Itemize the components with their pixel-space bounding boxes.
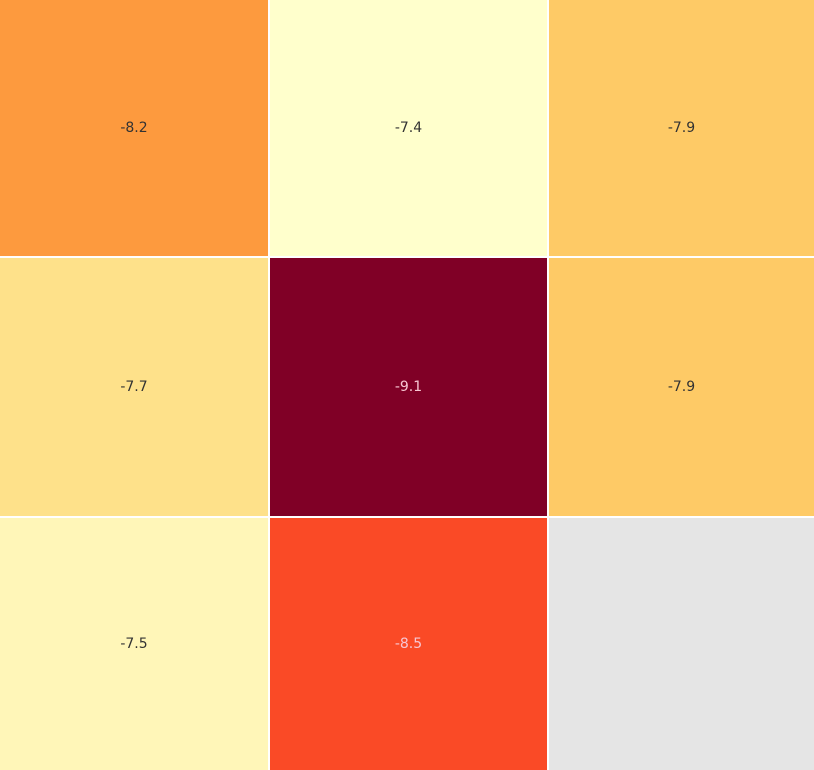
heatmap-cell-r1-c0: -7.7: [0, 258, 268, 516]
heatmap-cell-r1-c2: -7.9: [549, 258, 814, 516]
heatmap-cell-r1-c1: -9.1: [270, 258, 547, 516]
heatmap-cell-label: -7.9: [667, 120, 696, 136]
heatmap-cell-label: -7.4: [394, 120, 423, 136]
heatmap-cell-r0-c0: -8.2: [0, 0, 268, 256]
heatmap-cell-r0-c1: -7.4: [270, 0, 547, 256]
heatmap-cell-label: -9.1: [394, 379, 423, 395]
heatmap-cell-r2-c1: -8.5: [270, 518, 547, 770]
heatmap-cell-label: -7.9: [667, 379, 696, 395]
heatmap-cell-label: -8.5: [394, 636, 423, 652]
heatmap-cell-r2-c0: -7.5: [0, 518, 268, 770]
heatmap-cell-label: -7.5: [120, 636, 148, 652]
heatmap-cell-r0-c2: -7.9: [549, 0, 814, 256]
heatmap: -8.2 -7.4 -7.9 -7.7 -9.1 -7.9 -7.5 -8.5: [0, 0, 814, 770]
heatmap-cell-label: -7.7: [120, 379, 148, 395]
heatmap-cell-label: -8.2: [120, 120, 148, 136]
heatmap-cell-r2-c2: [549, 518, 814, 770]
